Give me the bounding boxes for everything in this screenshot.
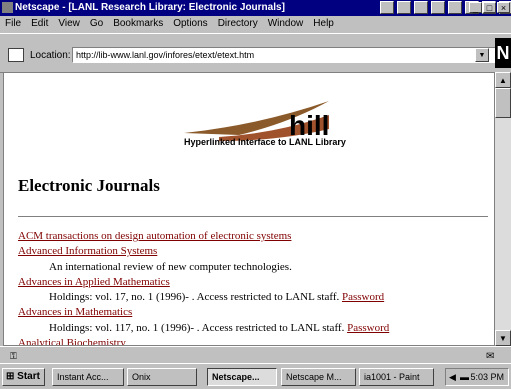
journal-description: An international review of new computer …	[49, 260, 292, 273]
title-bar[interactable]: Netscape - [LANL Research Library: Elect…	[0, 0, 511, 16]
journal-holdings: Holdings: vol. 17, no. 1 (1996)- . Acces…	[49, 291, 385, 304]
journal-link[interactable]: Analytical Biochemistry	[18, 337, 126, 345]
menu-view[interactable]: View	[53, 16, 85, 33]
toolbar-icon[interactable]	[431, 1, 445, 14]
toolbar-icon[interactable]	[414, 1, 428, 14]
bookmark-page-icon[interactable]	[8, 48, 24, 62]
location-label: Location:	[30, 50, 71, 61]
network-icon[interactable]: ▬	[460, 369, 469, 385]
journal-holdings: Holdings: vol. 117, no. 1 (1996)- . Acce…	[49, 321, 390, 334]
start-button[interactable]: ⊞ Start	[2, 368, 45, 386]
taskbar-item[interactable]: Instant Acc...	[52, 368, 124, 386]
scroll-down-icon[interactable]: ▼	[495, 330, 511, 346]
page-content: hill Hyperlinked Interface to LANL Libra…	[3, 72, 495, 346]
taskbar-item[interactable]: Netscape M...	[281, 368, 356, 386]
location-toolbar: Location: http://lib-www.lanl.gov/infore…	[0, 33, 511, 73]
taskbar: ⊞ Start Instant Acc... Onix Netscape... …	[0, 363, 511, 389]
list-item: Analytical Biochemistry	[18, 336, 389, 345]
list-item: ACM transactions on design automation of…	[18, 229, 389, 244]
logo-caption: Hyperlinked Interface to LANL Library	[184, 137, 346, 147]
minimize-icon[interactable]: _	[469, 2, 482, 13]
system-tray: ◀ ▬ 5:03 PM	[445, 368, 509, 386]
list-item: Advances in Mathematics	[18, 305, 389, 320]
password-link[interactable]: Password	[347, 322, 389, 334]
vertical-scrollbar[interactable]: ▲ ▼	[495, 72, 511, 346]
location-dropdown-icon[interactable]: ▼	[475, 48, 489, 62]
journal-link[interactable]: Advances in Mathematics	[18, 306, 132, 318]
scroll-thumb[interactable]	[495, 88, 511, 118]
journal-link[interactable]: Advanced Information Systems	[18, 245, 157, 257]
window-controls: _ □ ×	[469, 2, 510, 13]
page-title: Electronic Journals	[18, 176, 160, 195]
taskbar-item-active[interactable]: Netscape...	[207, 368, 277, 386]
taskbar-item[interactable]: ia1001 - Paint	[359, 368, 434, 386]
menu-directory[interactable]: Directory	[213, 16, 263, 33]
toolbar-icon[interactable]	[380, 1, 394, 14]
divider	[18, 216, 488, 218]
mail-icon[interactable]: ✉	[486, 351, 494, 362]
netscape-app-icon	[2, 2, 13, 13]
location-input[interactable]: http://lib-www.lanl.gov/infores/etext/et…	[72, 47, 500, 63]
status-bar: ⚿ ✉	[0, 346, 511, 364]
scroll-up-icon[interactable]: ▲	[495, 72, 511, 88]
journal-link[interactable]: ACM transactions on design automation of…	[18, 230, 291, 242]
netscape-throbber-icon[interactable]: N	[495, 38, 511, 68]
menu-edit[interactable]: Edit	[26, 16, 53, 33]
toolbar-icon[interactable]	[397, 1, 411, 14]
windows-logo-icon: ⊞	[6, 371, 15, 382]
menu-bar: File Edit View Go Bookmarks Options Dire…	[0, 16, 511, 33]
toolbar-icon[interactable]	[448, 1, 462, 14]
menu-window[interactable]: Window	[263, 16, 309, 33]
menu-bookmarks[interactable]: Bookmarks	[108, 16, 168, 33]
taskbar-item[interactable]: Onix	[127, 368, 197, 386]
journal-link[interactable]: Advances in Applied Mathematics	[18, 276, 170, 288]
window-title: Netscape - [LANL Research Library: Elect…	[15, 2, 285, 13]
password-link[interactable]: Password	[342, 291, 384, 303]
menu-help[interactable]: Help	[308, 16, 339, 33]
list-item: Advances in Applied Mathematics	[18, 275, 389, 290]
maximize-icon[interactable]: □	[483, 2, 496, 13]
speaker-icon[interactable]: ◀	[449, 369, 456, 385]
list-item: Advanced Information Systems	[18, 244, 389, 259]
menu-go[interactable]: Go	[85, 16, 108, 33]
menu-file[interactable]: File	[0, 16, 26, 33]
clock[interactable]: 5:03 PM	[470, 369, 504, 385]
security-key-icon: ⚿	[10, 351, 17, 361]
menu-options[interactable]: Options	[168, 16, 212, 33]
close-icon[interactable]: ×	[497, 2, 510, 13]
journal-list: ACM transactions on design automation of…	[18, 229, 390, 345]
